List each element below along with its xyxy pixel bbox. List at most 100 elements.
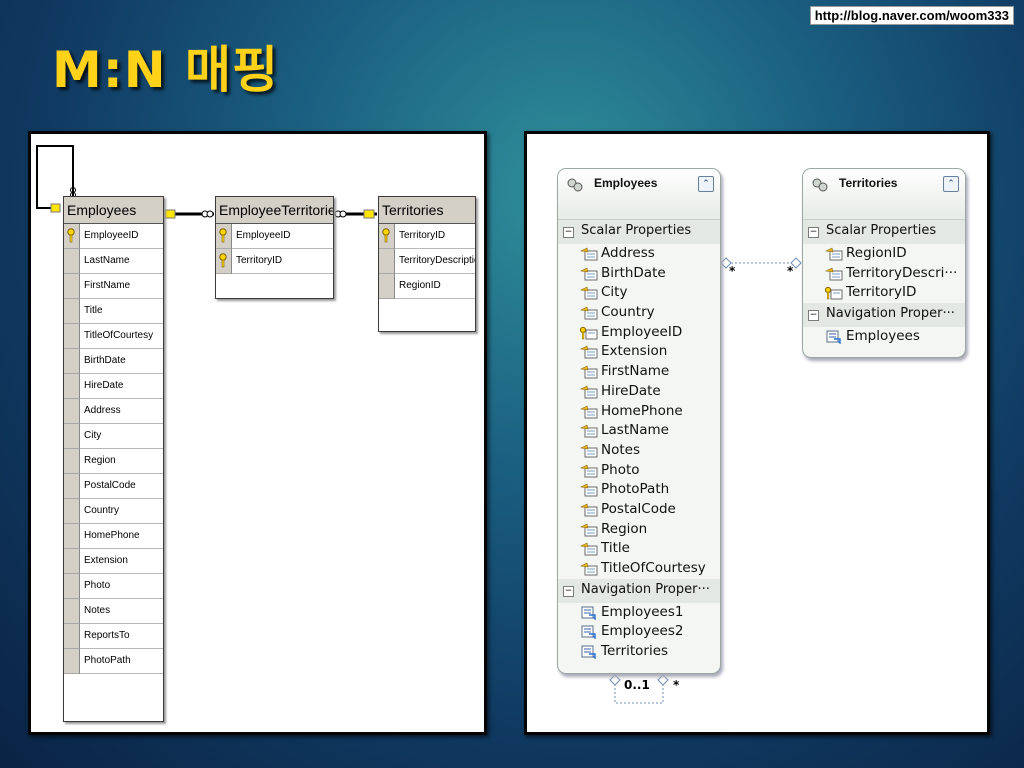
scalar-property-item[interactable]: TitleOfCourtesy (558, 559, 720, 579)
table-column-row[interactable]: Notes (64, 599, 163, 624)
scalar-property-item[interactable]: BirthDate (558, 264, 720, 284)
scalar-property-item[interactable]: Country (558, 303, 720, 323)
scalar-property-item[interactable]: PostalCode (558, 500, 720, 520)
primary-key-icon (219, 228, 227, 243)
column-name: Photo (80, 574, 163, 599)
scalar-property-item[interactable]: Extension (558, 342, 720, 362)
row-selector[interactable] (64, 524, 80, 549)
column-name: RegionID (395, 274, 475, 299)
table-column-row[interactable]: LastName (64, 249, 163, 274)
scalar-property-item[interactable]: EmployeeID (558, 323, 720, 343)
navigation-property-item[interactable]: Territories (558, 642, 720, 662)
scalar-property-item[interactable]: FirstName (558, 362, 720, 382)
row-selector[interactable] (64, 349, 80, 374)
column-name: Extension (80, 549, 163, 574)
row-selector[interactable] (216, 224, 232, 249)
scalar-property-item[interactable]: TerritoryID (803, 283, 965, 303)
table-column-row[interactable]: ReportsTo (64, 624, 163, 649)
scalar-property-item[interactable]: HomePhone (558, 402, 720, 422)
table-column-row[interactable]: TerritoryDescription (379, 249, 475, 274)
employee-territories-table[interactable]: EmployeeTerritories EmployeeID TerritoryI… (215, 196, 334, 299)
collapse-icon[interactable]: ⌃ (943, 176, 959, 192)
scalar-property-item[interactable]: HireDate (558, 382, 720, 402)
scalar-property-item[interactable]: Region (558, 520, 720, 540)
row-selector[interactable] (64, 399, 80, 424)
navigation-property-item[interactable]: Employees1 (558, 603, 720, 623)
minus-icon[interactable]: − (808, 310, 819, 322)
table-column-row[interactable]: Address (64, 399, 163, 424)
scalar-property-item[interactable]: Notes (558, 441, 720, 461)
minus-icon[interactable]: − (808, 227, 819, 238)
table-column-row[interactable]: HireDate (64, 374, 163, 399)
scalar-properties-section[interactable]: − Scalar Properties (803, 220, 965, 244)
row-selector[interactable] (64, 499, 80, 524)
scalar-property-item[interactable]: Title (558, 539, 720, 559)
scalar-property-item[interactable]: TerritoryDescri··· (803, 264, 965, 284)
table-column-row[interactable]: Photo (64, 574, 163, 599)
table-column-row[interactable]: Region (64, 449, 163, 474)
scalar-property-icon (580, 247, 598, 261)
row-selector[interactable] (64, 299, 80, 324)
row-selector[interactable] (379, 249, 395, 274)
pk-key-icon (363, 209, 375, 219)
table-column-row[interactable]: Extension (64, 549, 163, 574)
property-name: HomePhone (601, 402, 683, 419)
row-selector[interactable] (64, 549, 80, 574)
table-column-row[interactable]: Title (64, 299, 163, 324)
minus-icon[interactable]: − (563, 227, 574, 238)
row-selector[interactable] (64, 424, 80, 449)
row-selector[interactable] (64, 449, 80, 474)
row-selector[interactable] (379, 274, 395, 299)
row-selector[interactable] (216, 249, 232, 274)
table-column-row[interactable]: BirthDate (64, 349, 163, 374)
row-selector[interactable] (379, 224, 395, 249)
navigation-property-item[interactable]: Employees2 (558, 622, 720, 642)
table-column-row[interactable]: RegionID (379, 274, 475, 299)
navigation-properties-section[interactable]: − Navigation Proper··· (558, 578, 720, 603)
employee-territories-column-list: EmployeeID TerritoryID (216, 224, 333, 274)
navigation-properties-section[interactable]: − Navigation Proper··· (803, 303, 965, 328)
scalar-property-icon (580, 503, 598, 517)
row-selector[interactable] (64, 324, 80, 349)
scalar-property-item[interactable]: City (558, 283, 720, 303)
row-selector[interactable] (64, 249, 80, 274)
scalar-property-item[interactable]: PhotoPath (558, 480, 720, 500)
table-column-row[interactable]: City (64, 424, 163, 449)
table-column-row[interactable]: FirstName (64, 274, 163, 299)
table-column-row[interactable]: TerritoryID (379, 224, 475, 249)
column-name: TerritoryID (395, 224, 475, 249)
table-column-row[interactable]: HomePhone (64, 524, 163, 549)
table-column-row[interactable]: EmployeeID (64, 224, 163, 249)
territories-entity[interactable]: Territories ⌃ − Scalar Properties Region… (802, 168, 966, 358)
territories-table[interactable]: Territories TerritoryID TerritoryDescript… (378, 196, 476, 332)
minus-icon[interactable]: − (563, 585, 574, 597)
table-column-row[interactable]: TitleOfCourtesy (64, 324, 163, 349)
employees-entity[interactable]: Employees ⌃ − Scalar Properties Address B… (557, 168, 721, 674)
row-selector[interactable] (64, 599, 80, 624)
table-column-row[interactable]: PhotoPath (64, 649, 163, 674)
scalar-property-item[interactable]: Address (558, 244, 720, 264)
row-selector[interactable] (64, 224, 80, 249)
table-column-row[interactable]: PostalCode (64, 474, 163, 499)
column-name: TerritoryID (232, 249, 333, 274)
property-name: Territories (601, 643, 669, 660)
scalar-property-item[interactable]: RegionID (803, 244, 965, 264)
property-name: RegionID (846, 245, 907, 261)
row-selector[interactable] (64, 624, 80, 649)
navigation-property-item[interactable]: Employees (803, 327, 965, 347)
table-column-row[interactable]: EmployeeID (216, 224, 333, 249)
employees-table[interactable]: Employees EmployeeID LastName FirstName Tit… (63, 196, 164, 722)
column-name: Country (80, 499, 163, 524)
scalar-property-item[interactable]: LastName (558, 421, 720, 441)
row-selector[interactable] (64, 474, 80, 499)
scalar-properties-section[interactable]: − Scalar Properties (558, 220, 720, 244)
row-selector[interactable] (64, 374, 80, 399)
collapse-icon[interactable]: ⌃ (698, 176, 714, 192)
row-selector[interactable] (64, 649, 80, 674)
table-column-row[interactable]: TerritoryID (216, 249, 333, 274)
column-name: City (80, 424, 163, 449)
row-selector[interactable] (64, 274, 80, 299)
table-column-row[interactable]: Country (64, 499, 163, 524)
row-selector[interactable] (64, 574, 80, 599)
scalar-property-item[interactable]: Photo (558, 461, 720, 481)
